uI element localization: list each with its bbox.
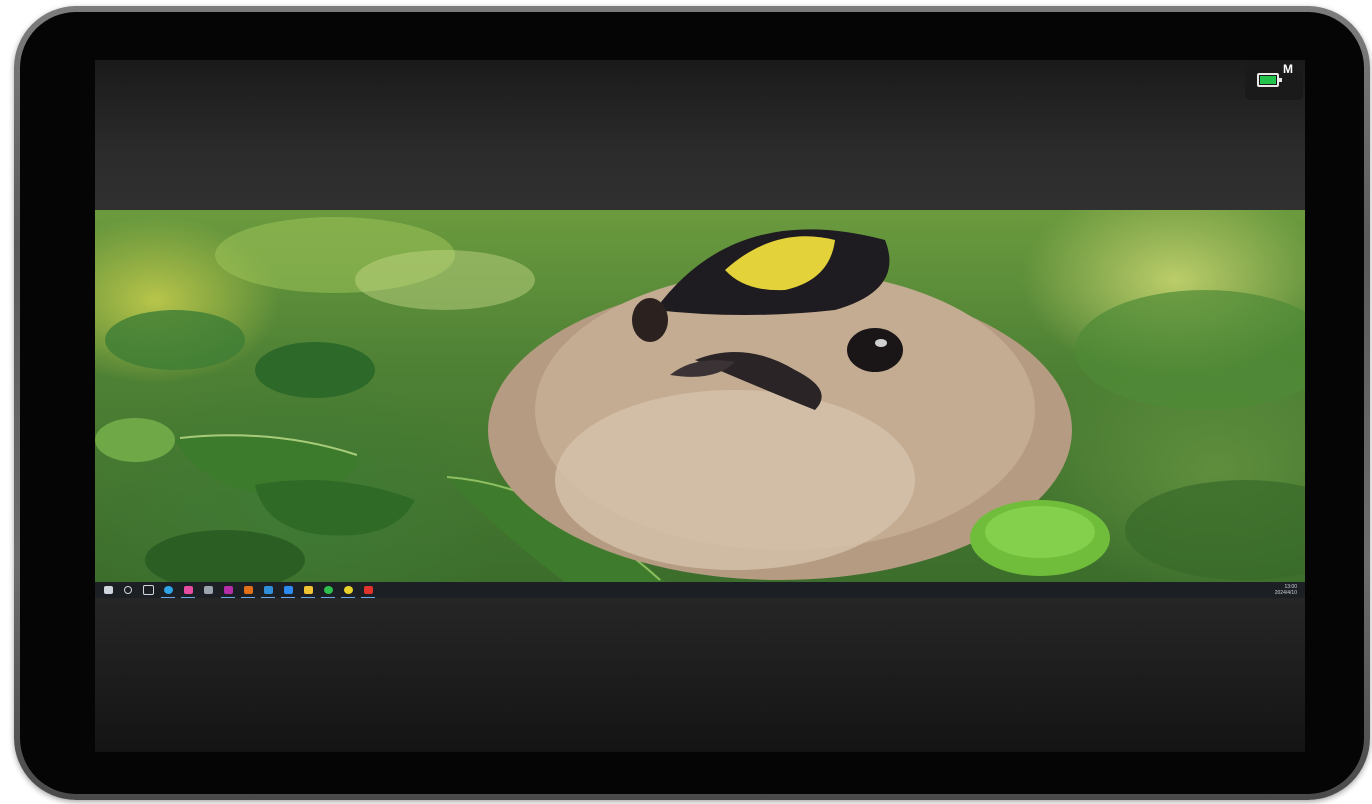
file-app-icon[interactable] [201, 584, 215, 596]
battery-icon [1257, 73, 1282, 87]
clock-date: 2024/4/10 [1274, 590, 1297, 596]
battery-mode-label: M [1283, 62, 1293, 76]
letterbox-bottom [95, 598, 1305, 752]
tablet-screen: 13:00 2024/4/10 M [95, 60, 1305, 752]
start-windows-icon[interactable] [101, 584, 115, 596]
system-clock[interactable]: 13:00 2024/4/10 [1275, 584, 1297, 596]
windows-taskbar: 13:00 2024/4/10 [95, 582, 1305, 598]
ps-app-icon[interactable] [261, 584, 275, 598]
battery-overlay[interactable]: M [1245, 60, 1303, 100]
xd-app-icon[interactable] [221, 584, 235, 598]
blue-app-icon[interactable] [281, 584, 295, 598]
edge-browser-icon[interactable] [161, 584, 175, 598]
bird-wallpaper-image [95, 217, 1305, 582]
folder-icon[interactable] [301, 584, 315, 598]
letterbox-top [95, 60, 1305, 210]
wechat-icon[interactable] [321, 584, 335, 598]
wps-icon[interactable] [361, 584, 375, 598]
search-icon[interactable] [121, 584, 135, 596]
ai-app-icon[interactable] [241, 584, 255, 598]
pink-app-icon[interactable] [181, 584, 195, 598]
yellow-app-icon[interactable] [341, 584, 355, 598]
task-view-icon[interactable] [141, 584, 155, 596]
desktop-wallpaper [95, 210, 1305, 582]
